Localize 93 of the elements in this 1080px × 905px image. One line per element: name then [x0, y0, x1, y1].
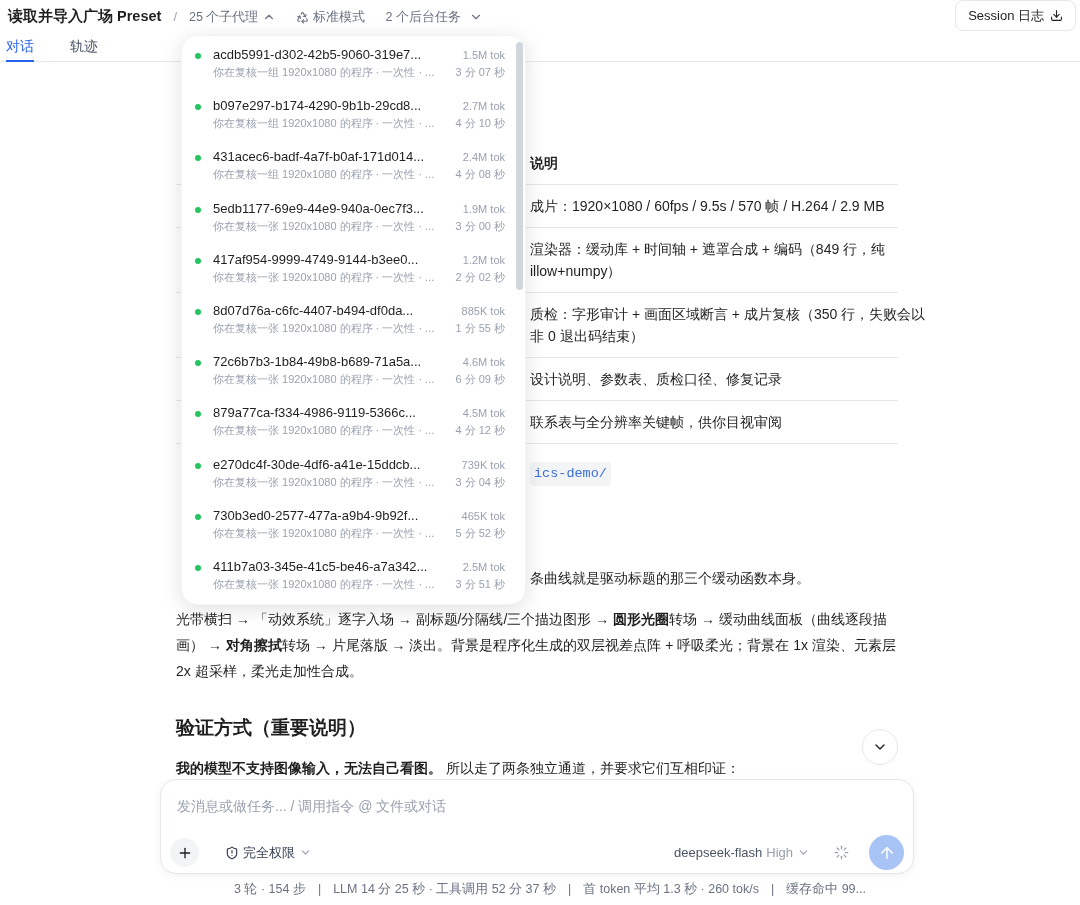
tab[interactable]: 对话	[6, 34, 34, 62]
token-count: 739K tok	[461, 457, 505, 473]
session-title: 读取并导入广场 Preset	[8, 7, 162, 27]
subagent-item[interactable]: 879a77ca-f334-4986-9119-5366c... 你在复核一张 1920x1080 的程序 · 一次性 · ... 4.5M tok 4 分 12 秒	[182, 402, 525, 454]
subagent-item[interactable]: e270dc4f-30de-4df6-a41e-15ddcb... 你在复核一张 1920x1080 的程序 · 一次性 · ... 739K tok 3 分 04 秒	[182, 453, 525, 505]
model-selector[interactable]: deepseek-flash High	[674, 842, 810, 863]
table-cell-text: 联系表与全分辨率关键帧，供你目视审阅	[530, 413, 782, 432]
scroll-down-button[interactable]	[862, 729, 898, 765]
subagent-description: 你在复核一张 1920x1080 的程序 · 一次性 · ...	[213, 320, 436, 336]
mode-indicator[interactable]: 标准模式	[296, 7, 366, 27]
token-count: 2.5M tok	[462, 559, 505, 575]
subagent-id: 879a77ca-f334-4986-9119-5366c...	[213, 404, 417, 423]
subagent-id: 72c6b7b3-1b84-49b8-b689-71a5a...	[213, 353, 423, 372]
table-cell-text: 质检：字形审计 + 画面区域断言 + 成片复核（350 行，失败会以 非 0 退出码结束）	[530, 305, 926, 346]
send-button[interactable]	[869, 835, 904, 870]
subagent-id: 730b3ed0-2577-477a-a9b4-9b92f...	[213, 506, 420, 525]
duration: 4 分 08 秒	[455, 167, 505, 183]
background-tasks-toggle[interactable]: 2 个后台任务	[385, 7, 483, 27]
breadcrumb-separator: /	[173, 8, 177, 27]
subagent-id: b097e297-b174-4290-9b1b-29cd8...	[213, 97, 423, 116]
download-icon	[1050, 9, 1063, 22]
duration: 3 分 07 秒	[455, 65, 505, 80]
subagent-description: 你在复核一组 1920x1080 的程序 · 一次性 · ...	[213, 167, 436, 183]
subagent-description: 你在复核一张 1920x1080 的程序 · 一次性 · ...	[213, 576, 436, 592]
duration: 3 分 51 秒	[455, 576, 505, 592]
permission-selector[interactable]: 完全权限	[225, 842, 312, 863]
subagents-toggle[interactable]: 25 个子代理	[189, 7, 277, 27]
subagent-item[interactable]: 417af954-9999-4749-9144-b3ee0... 你在复核一张 1920x1080 的程序 · 一次性 · ... 1.2M tok 2 分 02 秒	[182, 248, 525, 300]
subagent-item[interactable]: acdb5991-d302-42b5-9060-319e7... 你在复核一组 1920x1080 的程序 · 一次性 · ... 1.5M tok 3 分 07 秒	[182, 44, 525, 96]
table-cell-text: 渲染器：缓动库 + 时间轴 + 遮罩合成 + 编码（849 行，纯 illow+numpy）	[530, 240, 886, 281]
subagent-id: 417af954-9999-4749-9144-b3ee0...	[213, 250, 420, 269]
model-name: deepseek-flash	[674, 843, 763, 862]
subagent-description: 你在复核一张 1920x1080 的程序 · 一次性 · ...	[213, 474, 436, 490]
subagent-description: 你在复核一张 1920x1080 的程序 · 一次性 · ...	[213, 218, 436, 234]
stat-text: 缓存命中 99...	[786, 881, 866, 898]
token-count: 2.7M tok	[462, 99, 505, 115]
subagent-description: 你在复核一张 1920x1080 的程序 · 一次性 · ...	[213, 525, 436, 541]
duration: 3 分 04 秒	[455, 474, 505, 490]
duration: 5 分 52 秒	[455, 525, 505, 541]
duration: 4 分 12 秒	[455, 423, 505, 439]
effort-level: High	[766, 843, 793, 862]
session-log-button[interactable]: Session 日志	[955, 0, 1076, 31]
stat-text: LLM 14 分 25 秒 · 工具调用 52 分 37 秒	[333, 881, 556, 898]
subagent-id: 411b7a03-345e-41c5-be46-a7a342...	[213, 557, 429, 576]
token-count: 2.4M tok	[462, 150, 505, 166]
paragraph: 光带横扫 → 「动效系统」逐字入场 → 副标题/分隔线/三个描边图形 → 圆形光圈转场 → 缓动曲线面板（曲线逐段描画） → 对角擦拭转场 → 片尾落版 → 淡出。背景是程序化生成的双层视差点阵 + 呼吸柔光；背景在 1x 渲染、元素层 2x 超采样，柔光走加性合成。	[176, 610, 897, 682]
stat-separator: |	[770, 881, 775, 898]
subagent-description: 你在复核一张 1920x1080 的程序 · 一次性 · ...	[213, 269, 436, 285]
subagent-id: e270dc4f-30de-4df6-a41e-15ddcb...	[213, 455, 422, 474]
recycle-icon	[296, 10, 310, 24]
spinner-icon	[834, 845, 849, 860]
subagent-id: acdb5991-d302-42b5-9060-319e7...	[213, 46, 423, 64]
subagent-item[interactable]: 431acec6-badf-4a7f-b0af-171d014... 你在复核一组 1920x1080 的程序 · 一次性 · ... 2.4M tok 4 分 08 秒	[182, 146, 525, 198]
duration: 4 分 10 秒	[455, 116, 505, 132]
paragraph: 我的模型不支持图像输入，无法自己看图。 所以走了两条独立通道，并要求它们互相印证：	[176, 758, 741, 778]
tab[interactable]: 轨迹	[70, 34, 98, 62]
message-input[interactable]: 发消息或做任务... / 调用指令 @ 文件或对话	[177, 796, 897, 817]
paragraph: 条曲线就是驱动标题的那三个缓动函数本身。	[530, 569, 810, 589]
token-count: 1.5M tok	[462, 48, 505, 63]
stat-text: 3 轮 · 154 步	[234, 881, 306, 898]
add-button[interactable]	[170, 838, 199, 867]
token-count: 4.5M tok	[462, 406, 505, 422]
section-heading: 验证方式（重要说明）	[176, 716, 366, 741]
subagent-description: 你在复核一张 1920x1080 的程序 · 一次性 · ...	[213, 372, 436, 388]
duration: 1 分 55 秒	[455, 320, 505, 336]
token-count: 4.6M tok	[462, 355, 505, 371]
subagent-id: 431acec6-badf-4a7f-b0af-171d014...	[213, 148, 426, 167]
stat-separator: |	[317, 881, 322, 898]
subagent-item[interactable]: 8d07d76a-c6fc-4407-b494-df0da... 你在复核一张 1920x1080 的程序 · 一次性 · ... 885K tok 1 分 55 秒	[182, 299, 525, 352]
stat-text: 首 token 平均 1.3 秒 · 260 tok/s	[583, 881, 759, 898]
token-count: 1.2M tok	[462, 252, 505, 268]
token-count: 465K tok	[461, 508, 505, 524]
subagent-description: 你在复核一组 1920x1080 的程序 · 一次性 · ...	[213, 65, 436, 80]
subagent-description: 你在复核一张 1920x1080 的程序 · 一次性 · ...	[213, 423, 436, 439]
subagent-item[interactable]: b097e297-b174-4290-9b1b-29cd8... 你在复核一组 1920x1080 的程序 · 一次性 · ... 2.7M tok 4 分 10 秒	[182, 95, 525, 147]
table-cell-text: 成片：1920×1080 / 60fps / 9.5s / 570 帧 / H.264 / 2.9 MB	[530, 197, 885, 216]
subagent-item[interactable]: 730b3ed0-2577-477a-a9b4-9b92f... 你在复核一张 1920x1080 的程序 · 一次性 · ... 465K tok 5 分 52 秒	[182, 504, 525, 556]
table-header-cell-text: 说明	[530, 155, 558, 174]
shield-icon	[225, 845, 239, 860]
duration: 3 分 00 秒	[455, 218, 505, 234]
duration: 6 分 09 秒	[455, 372, 505, 388]
token-count: 885K tok	[461, 303, 505, 319]
token-count: 1.9M tok	[462, 201, 505, 217]
subagent-id: 8d07d76a-c6fc-4407-b494-df0da...	[213, 301, 415, 320]
subagent-id: 5edb1177-69e9-44e9-940a-0ec7f3...	[213, 199, 425, 218]
subagent-description: 你在复核一组 1920x1080 的程序 · 一次性 · ...	[213, 116, 436, 132]
subagent-item[interactable]: 411b7a03-345e-41c5-be46-a7a342... 你在复核一张 1920x1080 的程序 · 一次性 · ... 2.5M tok 3 分 51 秒	[182, 555, 525, 604]
path-chip: ics-demo/	[530, 462, 611, 487]
stat-separator: |	[568, 881, 572, 898]
duration: 2 分 02 秒	[455, 269, 505, 285]
subagent-item[interactable]: 5edb1177-69e9-44e9-940a-0ec7f3... 你在复核一张 1920x1080 的程序 · 一次性 · ... 1.9M tok 3 分 00 秒	[182, 197, 525, 249]
table-cell-text: 设计说明、参数表、质检口径、修复记录	[530, 370, 782, 389]
subagent-item[interactable]: 72c6b7b3-1b84-49b8-b689-71a5a... 你在复核一张 1920x1080 的程序 · 一次性 · ... 4.6M tok 6 分 09 秒	[182, 351, 525, 403]
